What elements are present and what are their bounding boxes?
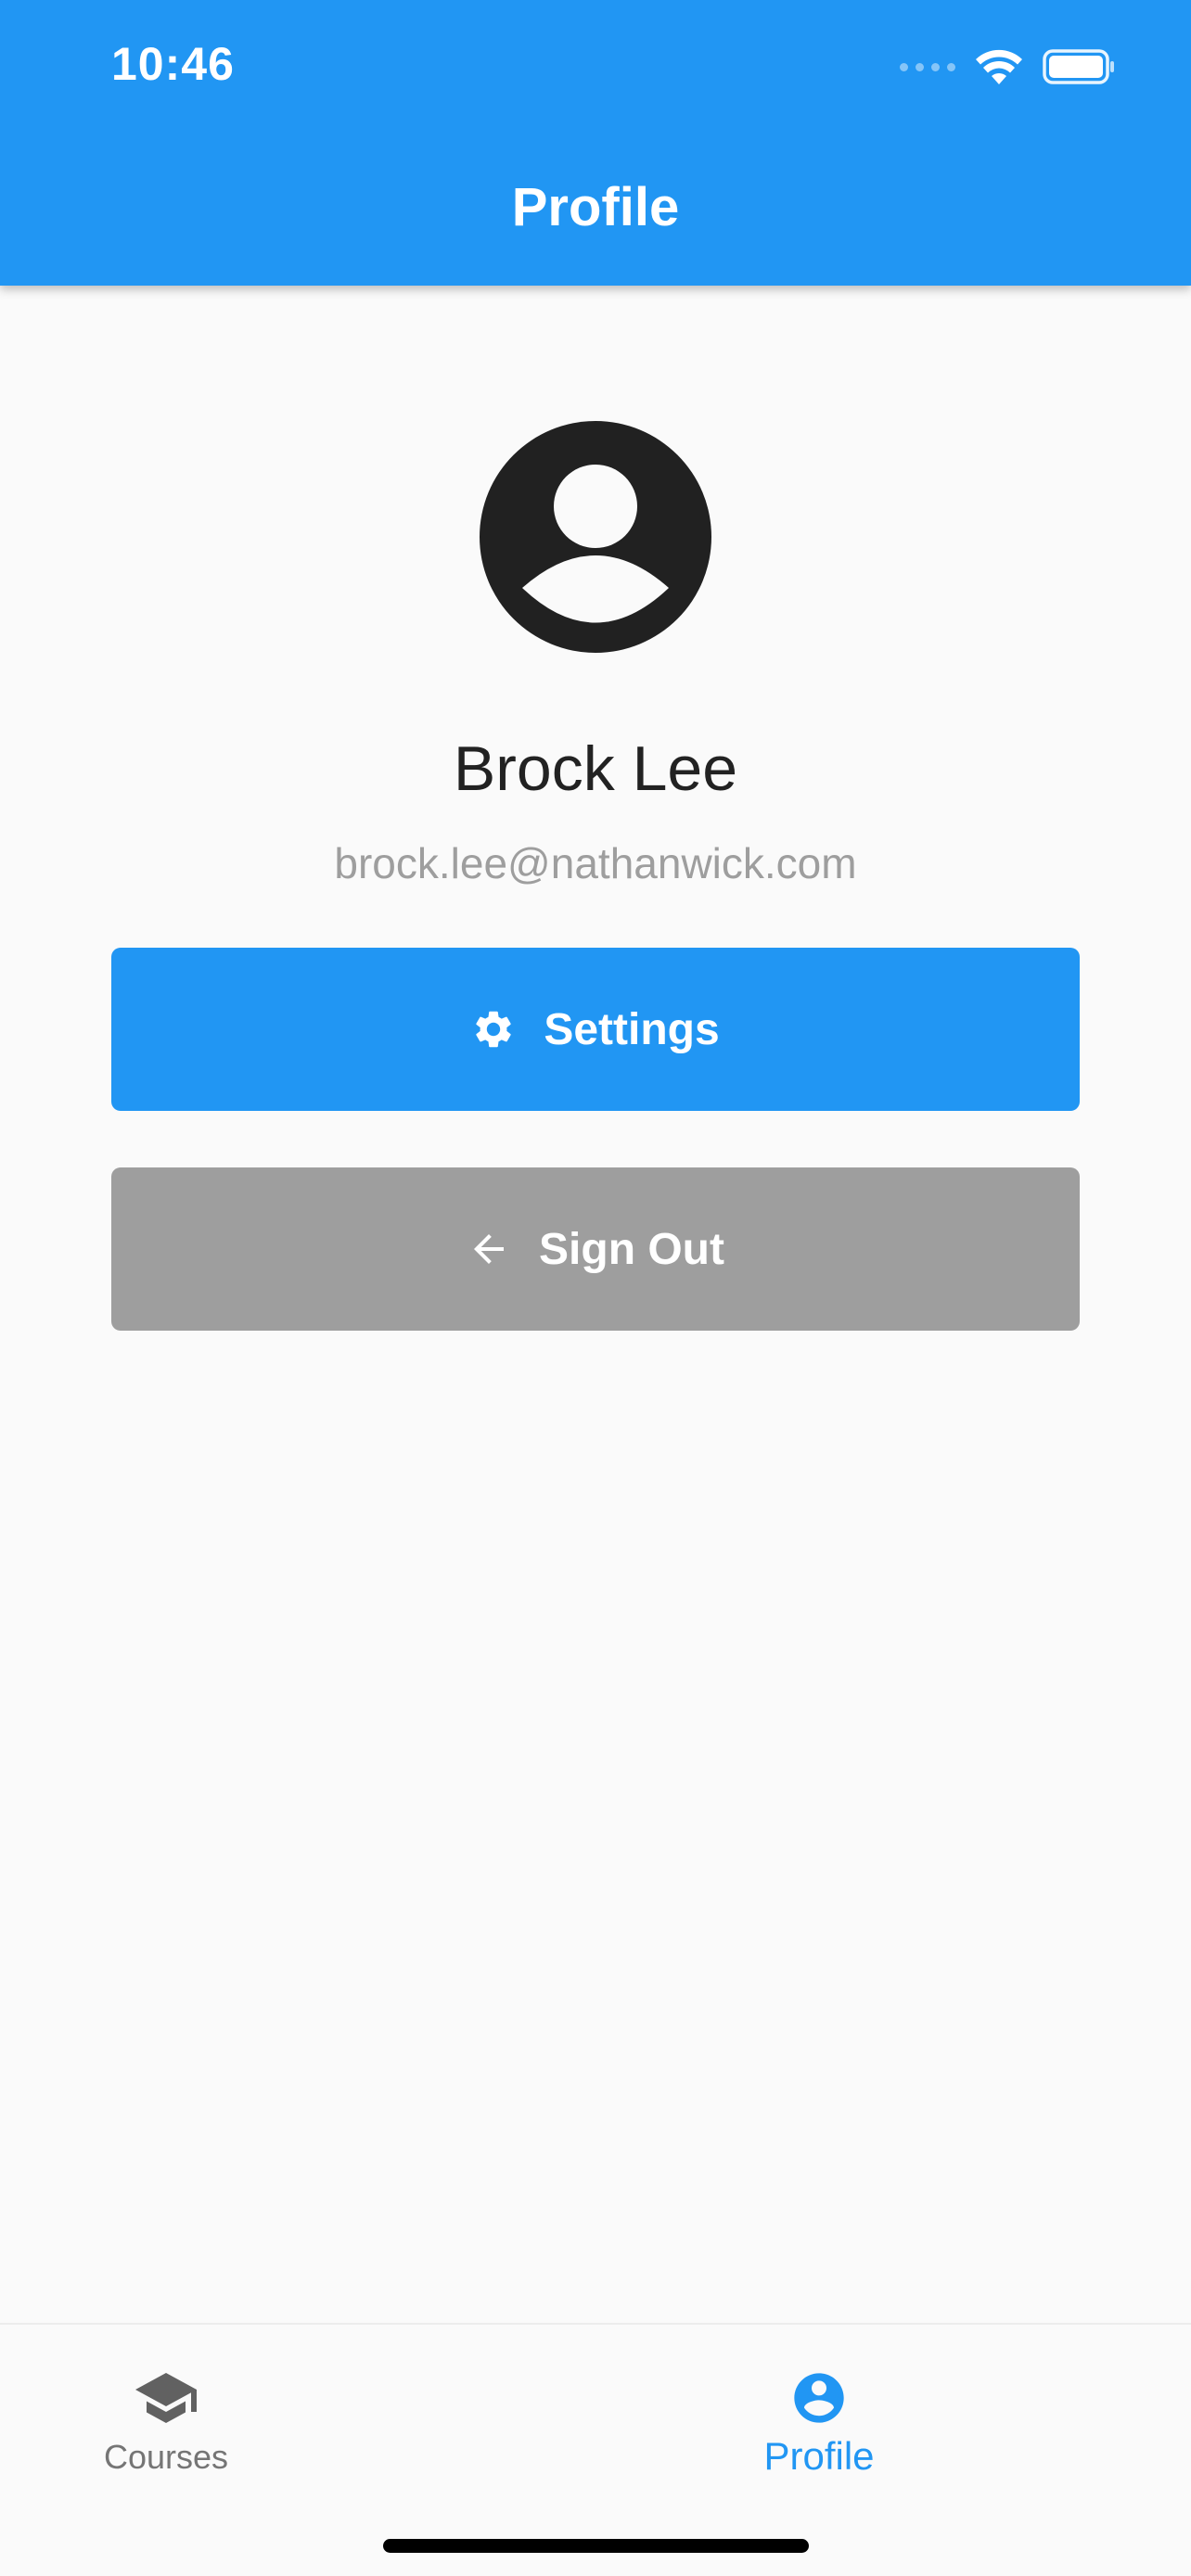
- arrow-back-icon: [467, 1227, 511, 1271]
- settings-label: Settings: [544, 1004, 720, 1054]
- signal-icon: [900, 62, 955, 71]
- sign-out-button[interactable]: Sign Out: [111, 1167, 1080, 1331]
- gear-icon: [471, 1007, 516, 1052]
- wifi-icon: [976, 49, 1022, 84]
- profile-screen: 10:46 Profile Brock Lee brock.lee@nathan…: [0, 0, 1191, 2576]
- avatar-icon: [480, 421, 711, 653]
- graduation-cap-icon: [133, 2366, 199, 2430]
- battery-icon: [1043, 49, 1114, 84]
- nav-item-profile[interactable]: Profile: [521, 2353, 1117, 2501]
- sign-out-label: Sign Out: [539, 1224, 724, 1274]
- nav-item-courses[interactable]: Courses: [0, 2353, 464, 2501]
- app-header: 10:46 Profile: [0, 0, 1191, 286]
- user-email: brock.lee@nathanwick.com: [334, 839, 857, 887]
- account-circle-icon: [789, 2366, 849, 2430]
- home-indicator: [383, 2539, 809, 2553]
- status-time: 10:46: [111, 38, 235, 90]
- nav-label-profile: Profile: [763, 2434, 875, 2478]
- status-icons: [900, 45, 1117, 89]
- user-name: Brock Lee: [453, 733, 738, 804]
- nav-label-courses: Courses: [103, 2438, 229, 2476]
- settings-button[interactable]: Settings: [111, 948, 1080, 1111]
- page-title: Profile: [511, 177, 680, 237]
